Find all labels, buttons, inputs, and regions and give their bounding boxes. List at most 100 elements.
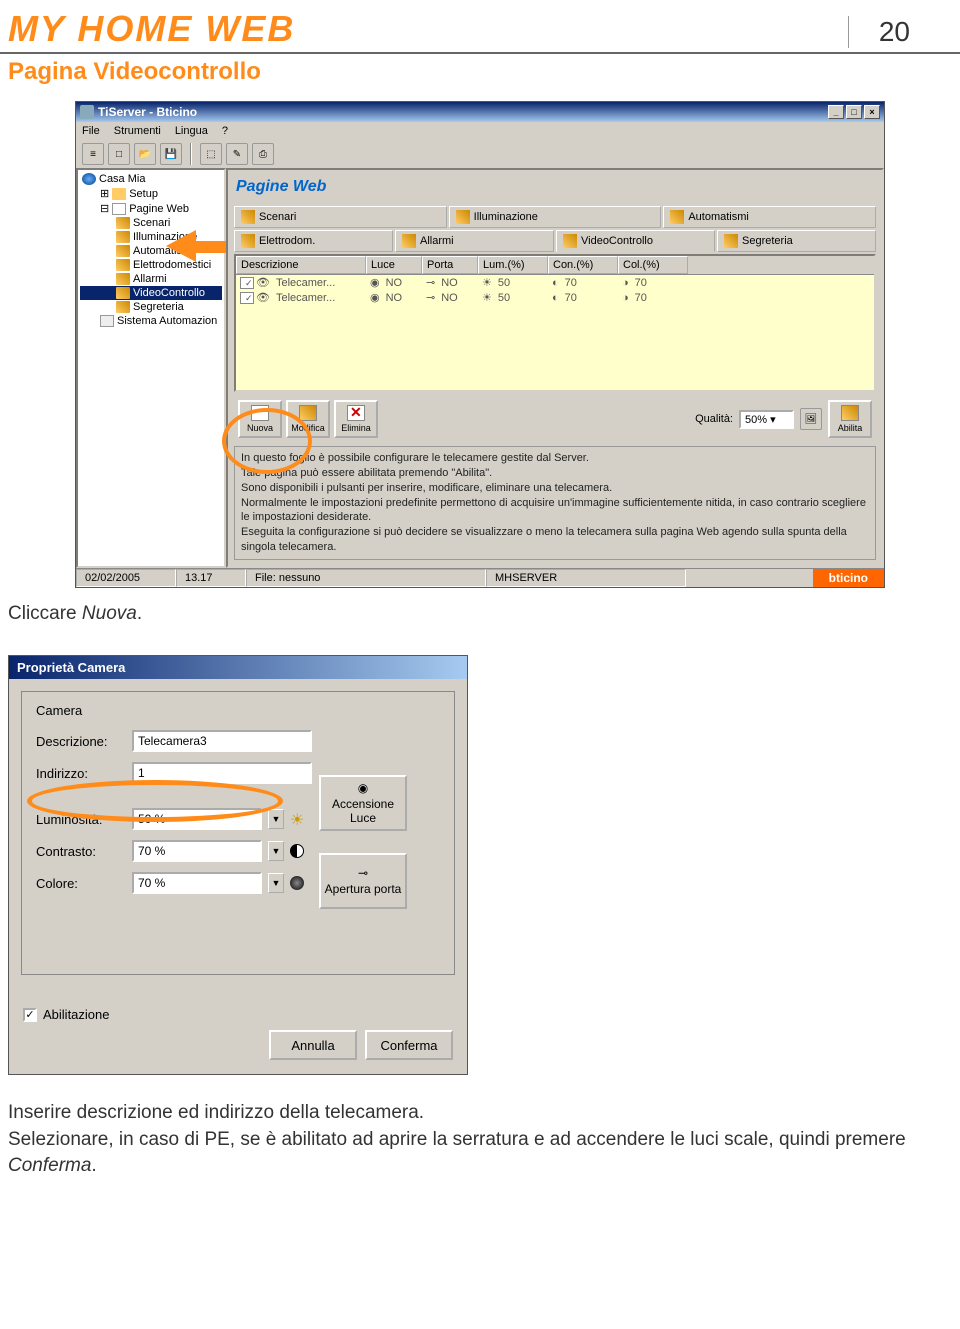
conferma-button[interactable]: Conferma [365, 1030, 453, 1060]
tool-btn-new[interactable]: □ [108, 143, 130, 165]
tree-item-illuminazione[interactable]: Illuminazione [80, 230, 222, 244]
tree-item-segreteria[interactable]: Segreteria [80, 300, 222, 314]
page-header: MY HOME WEB 20 [0, 0, 960, 54]
col-col[interactable]: Col.(%) [618, 256, 688, 274]
caption-end: . [137, 603, 142, 624]
maximize-button[interactable]: □ [846, 105, 862, 119]
luminosita-label: Luminosità: [36, 812, 126, 827]
footer-text-body: Inserire descrizione ed indirizzo della … [8, 1102, 906, 1150]
btn-label: Apertura porta [325, 882, 402, 896]
table-row[interactable]: ✓ 👁 Telecamer... ◉ NO ⊸ NO ☀ 50 ◐ 70 ◑ 7… [236, 290, 874, 305]
tool-btn-open[interactable]: 📂 [134, 143, 156, 165]
tree-setup[interactable]: ⊞Setup [80, 186, 222, 201]
menu-lingua[interactable]: Lingua [175, 125, 208, 137]
close-button[interactable]: × [864, 105, 880, 119]
tab-icon [402, 234, 416, 248]
brand-logo: bticino [813, 569, 884, 587]
caption-text: Cliccare [8, 603, 82, 624]
menu-strumenti[interactable]: Strumenti [114, 125, 161, 137]
dropdown-icon[interactable]: ▼ [268, 841, 284, 861]
tab-videocontrollo[interactable]: VideoControllo [556, 230, 715, 252]
tree-pagine[interactable]: ⊟Pagine Web [80, 201, 222, 216]
annulla-button[interactable]: Annulla [269, 1030, 357, 1060]
cell-lum: 50 [494, 292, 514, 304]
quality-select[interactable]: 50% ▾ [739, 410, 794, 429]
quality-label: Qualità: [695, 413, 733, 425]
menu-help[interactable]: ? [222, 125, 228, 137]
tab-icon [563, 234, 577, 248]
tab-label: Illuminazione [474, 211, 538, 223]
col-descrizione[interactable]: Descrizione [236, 256, 366, 274]
apertura-porta-button[interactable]: ⊸ Apertura porta [319, 853, 407, 909]
globe-icon [82, 173, 96, 185]
tab-label: Automatismi [688, 211, 749, 223]
tree-item-allarmi[interactable]: Allarmi [80, 272, 222, 286]
cell-porta: NO [437, 292, 462, 304]
cell-col: 70 [631, 277, 651, 289]
col-con[interactable]: Con.(%) [548, 256, 618, 274]
quality-value: 50% [745, 414, 767, 426]
abilitazione-checkbox[interactable]: ✓ [23, 1008, 37, 1022]
status-file: File: nessuno [246, 569, 486, 587]
cell-col: 70 [631, 292, 651, 304]
tab-illuminazione[interactable]: Illuminazione [449, 206, 662, 228]
elimina-button[interactable]: Elimina [334, 400, 378, 438]
tree-sistema[interactable]: Sistema Automazion [80, 314, 222, 328]
col-luce[interactable]: Luce [366, 256, 422, 274]
item-icon [116, 273, 130, 285]
fieldset-legend: Camera [32, 703, 86, 718]
tab-automatismi[interactable]: Automatismi [663, 206, 876, 228]
tool-btn-7[interactable]: ⎙ [252, 143, 274, 165]
accensione-luce-button[interactable]: ◉ Accensione Luce [319, 775, 407, 831]
tab-scenari[interactable]: Scenari [234, 206, 447, 228]
col-porta[interactable]: Porta [422, 256, 478, 274]
tree-label: Elettrodomestici [133, 259, 211, 271]
panel-heading: Pagine Web [234, 176, 876, 206]
tree-item-scenari[interactable]: Scenari [80, 216, 222, 230]
tab-elettrodom[interactable]: Elettrodom. [234, 230, 393, 252]
footer-em: Conferma [8, 1155, 91, 1176]
dropdown-icon[interactable]: ▼ [268, 873, 284, 893]
descrizione-input[interactable] [132, 730, 312, 752]
col-lum[interactable]: Lum.(%) [478, 256, 548, 274]
colore-select[interactable] [132, 872, 262, 894]
row-checkbox[interactable]: ✓ [240, 277, 254, 289]
indirizzo-input[interactable] [132, 762, 312, 784]
abilita-button[interactable]: Abilita [828, 400, 872, 438]
tool-btn-6[interactable]: ✎ [226, 143, 248, 165]
nuova-button[interactable]: Nuova [238, 400, 282, 438]
status-date: 02/02/2005 [76, 569, 176, 587]
sidebar: Casa Mia ⊞Setup ⊟Pagine Web Scenari Illu… [76, 168, 226, 568]
main-window: TiServer - Bticino _ □ × File Strumenti … [75, 101, 885, 588]
light-on-icon: ◉ [356, 781, 370, 795]
tab-segreteria[interactable]: Segreteria [717, 230, 876, 252]
tree-pagine-label: Pagine Web [129, 203, 189, 215]
table-row[interactable]: ✓ 👁 Telecamer... ◉ NO ⊸ NO ☀ 50 ◐ 70 ◑ 7… [236, 275, 874, 290]
tool-btn-1[interactable]: ≡ [82, 143, 104, 165]
luminosita-select[interactable] [132, 808, 262, 830]
dropdown-icon[interactable]: ▼ [268, 809, 284, 829]
folder-icon [112, 188, 126, 200]
tree-root[interactable]: Casa Mia [80, 172, 222, 186]
cell-porta: NO [437, 277, 462, 289]
tree: Casa Mia ⊞Setup ⊟Pagine Web Scenari Illu… [78, 170, 224, 330]
tree-sistema-label: Sistema Automazion [117, 315, 217, 327]
row-checkbox[interactable]: ✓ [240, 292, 254, 304]
contrasto-select[interactable] [132, 840, 262, 862]
preview-button[interactable]: 🖼 [800, 408, 822, 430]
menu-file[interactable]: File [82, 125, 100, 137]
tab-allarmi[interactable]: Allarmi [395, 230, 554, 252]
tool-btn-5[interactable]: ⬚ [200, 143, 222, 165]
tool-btn-save[interactable]: 💾 [160, 143, 182, 165]
minimize-button[interactable]: _ [828, 105, 844, 119]
cell-luce: NO [382, 277, 407, 289]
modifica-button[interactable]: Modifica [286, 400, 330, 438]
dialog-title: Proprietà Camera [9, 656, 467, 679]
tree-item-elettrodomestici[interactable]: Elettrodomestici [80, 258, 222, 272]
item-icon [116, 217, 130, 229]
camera-dialog: Proprietà Camera Camera Descrizione: Ind… [8, 655, 468, 1075]
door-icon: ⊸ [356, 866, 370, 880]
tree-item-automatismi[interactable]: Automatismi [80, 244, 222, 258]
tree-item-videocontrollo[interactable]: VideoControllo [80, 286, 222, 300]
page-number: 20 [848, 16, 940, 48]
